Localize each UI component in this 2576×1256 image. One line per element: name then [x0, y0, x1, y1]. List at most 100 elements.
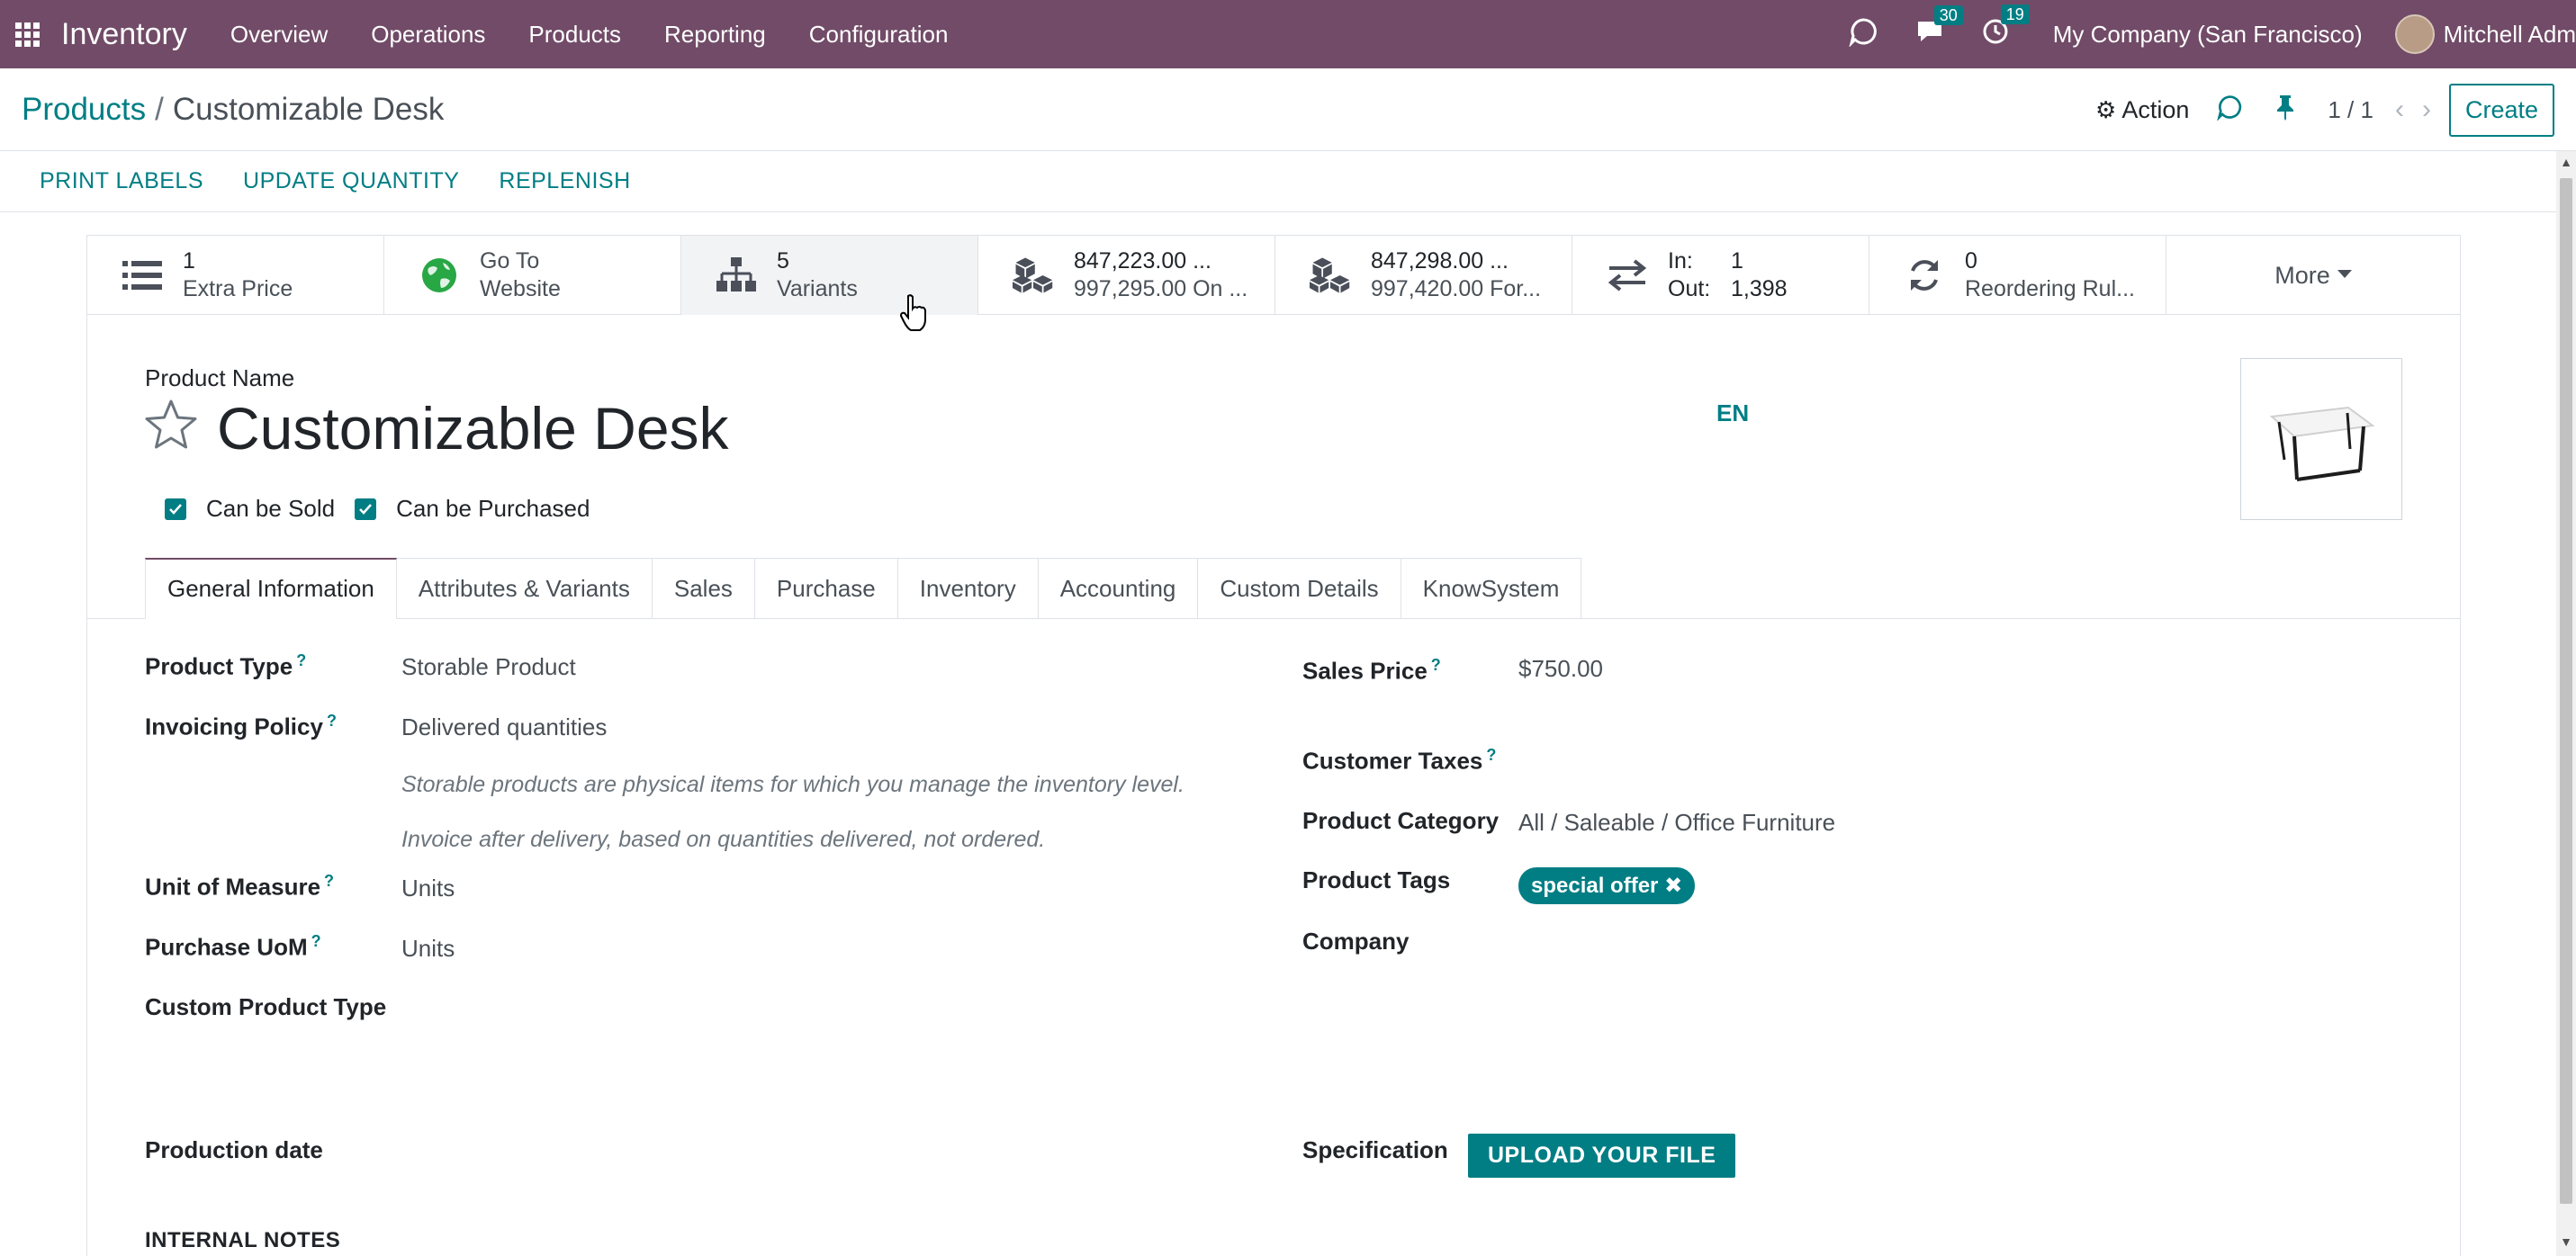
can-be-purchased-checkbox[interactable] [355, 498, 377, 520]
language-button[interactable]: EN [1716, 399, 1749, 427]
can-be-sold-checkbox[interactable] [165, 498, 186, 520]
custom-product-type-label: Custom Product Type [145, 993, 387, 1020]
help-tooltip-icon[interactable]: ? [311, 932, 321, 950]
tab-purchase[interactable]: Purchase [754, 558, 898, 619]
globe-icon [419, 255, 460, 296]
extra-price-button[interactable]: 1 Extra Price [87, 236, 384, 315]
product-image[interactable] [2240, 358, 2402, 520]
invoicing-policy-field[interactable]: Delivered quantities [401, 713, 607, 741]
user-avatar[interactable] [2394, 14, 2435, 54]
help-tooltip-icon[interactable]: ? [324, 872, 334, 890]
menu-reporting[interactable]: Reporting [643, 21, 788, 49]
in-value: 1 [1731, 248, 1743, 274]
more-dropdown[interactable]: More [2166, 236, 2460, 315]
smart-buttons: 1 Extra Price Go To Website 5 Variants 8… [87, 236, 2460, 315]
can-be-sold-label[interactable]: Can be Sold [206, 495, 335, 523]
control-panel: Products / Customizable Desk ⚙ Action 1 / … [0, 68, 2576, 151]
reordering-rules-button[interactable]: 0 Reordering Rul... [1869, 236, 2166, 315]
remove-tag-icon[interactable]: ✖ [1664, 874, 1682, 898]
reordering-label: Reordering Rul... [1965, 276, 2135, 301]
desk-image-icon [2269, 406, 2375, 481]
out-value: 1,398 [1731, 276, 1788, 301]
extra-price-label: Extra Price [183, 276, 293, 301]
favorite-star-icon[interactable] [143, 398, 199, 453]
tab-general-information[interactable]: General Information [145, 558, 397, 619]
breadcrumb-separator: / [155, 92, 164, 127]
create-button[interactable]: Create [2448, 83, 2554, 137]
more-label: More [2274, 261, 2330, 289]
discuss-icon[interactable] [1848, 16, 1878, 52]
pager-next-icon[interactable]: › [2422, 94, 2431, 125]
pager-value[interactable]: 1 / 1 [2328, 96, 2373, 124]
go-to-website-button[interactable]: Go To Website [384, 236, 681, 315]
print-labels-button[interactable]: PRINT LABELS [40, 168, 203, 194]
user-menu[interactable]: Mitchell Adm [2444, 21, 2576, 49]
production-date-label: Production date [145, 1136, 323, 1163]
breadcrumb-products-link[interactable]: Products [22, 92, 146, 127]
activities-icon[interactable]: 19 [1981, 4, 2030, 51]
purchase-uom-field[interactable]: Units [401, 935, 455, 963]
main-menu: Overview Operations Products Reporting C… [209, 21, 970, 49]
on-hand-line2: 997,295.00 On ... [1074, 276, 1248, 301]
scroll-up-icon[interactable]: ▲ [2556, 155, 2576, 173]
page-scrollbar[interactable]: ▲ ▼ [2556, 151, 2576, 1256]
update-quantity-button[interactable]: UPDATE QUANTITY [243, 168, 459, 194]
product-type-label: Product Type? [145, 651, 307, 680]
website-line1: Go To [480, 248, 540, 274]
internal-notes-heading: INTERNAL NOTES [145, 1228, 341, 1252]
company-label: Company [1302, 928, 1410, 955]
customer-taxes-label: Customer Taxes? [1302, 746, 1497, 775]
caret-down-icon [2337, 267, 2352, 283]
on-hand-button[interactable]: 847,223.00 ... 997,295.00 On ... [978, 236, 1275, 315]
breadcrumb-current: Customizable Desk [172, 92, 445, 127]
breadcrumb: Products / Customizable Desk [22, 92, 444, 128]
specification-label: Specification [1302, 1136, 1448, 1163]
uom-field[interactable]: Units [401, 875, 455, 902]
tab-knowsystem[interactable]: KnowSystem [1401, 558, 1582, 619]
product-type-field[interactable]: Storable Product [401, 653, 576, 681]
tab-custom-details[interactable]: Custom Details [1198, 558, 1401, 619]
pin-icon[interactable] [2274, 94, 2297, 127]
menu-overview[interactable]: Overview [209, 21, 349, 49]
help-tooltip-icon[interactable]: ? [296, 651, 306, 669]
invoicing-policy-label: Invoicing Policy? [145, 712, 337, 740]
in-out-button[interactable]: In: 1 Out: 1,398 [1572, 236, 1869, 315]
pager-previous-icon[interactable]: ‹ [2395, 94, 2404, 125]
tab-accounting[interactable]: Accounting [1038, 558, 1199, 619]
activities-badge: 19 [2000, 4, 2030, 24]
company-switcher[interactable]: My Company (San Francisco) [2053, 21, 2363, 49]
tab-inventory[interactable]: Inventory [897, 558, 1039, 619]
sales-price-field[interactable]: $750.00 [1518, 655, 1603, 683]
upload-file-button[interactable]: UPLOAD YOUR FILE [1468, 1134, 1736, 1178]
product-name-label: Product Name [145, 364, 295, 391]
variants-button[interactable]: 5 Variants [681, 236, 978, 315]
action-button[interactable]: ⚙ Action [2095, 96, 2189, 124]
tab-attributes-variants[interactable]: Attributes & Variants [396, 558, 653, 619]
discuss-toggle-icon[interactable] [2216, 94, 2243, 127]
app-name[interactable]: Inventory [61, 17, 187, 52]
forecast-line1: 847,298.00 ... [1371, 248, 1509, 274]
help-tooltip-icon[interactable]: ? [1431, 656, 1441, 674]
forecast-button[interactable]: 847,298.00 ... 997,420.00 For... [1275, 236, 1572, 315]
help-tooltip-icon[interactable]: ? [327, 712, 337, 730]
messages-icon[interactable]: 30 [1914, 5, 1963, 50]
can-be-purchased-label[interactable]: Can be Purchased [396, 495, 590, 523]
product-category-field[interactable]: All / Saleable / Office Furniture [1518, 809, 1835, 837]
reordering-value: 0 [1965, 248, 1977, 274]
replenish-button[interactable]: REPLENISH [499, 168, 630, 194]
menu-configuration[interactable]: Configuration [788, 21, 970, 49]
variants-label: Variants [777, 276, 858, 301]
scrollbar-thumb[interactable] [2560, 178, 2572, 1204]
product-name-input[interactable]: Customizable Desk [217, 394, 729, 462]
invoice-help-text: Invoice after delivery, based on quantit… [401, 827, 1046, 852]
tag-special-offer[interactable]: special offer ✖ [1518, 867, 1696, 904]
uom-label: Unit of Measure? [145, 872, 335, 901]
help-tooltip-icon[interactable]: ? [1486, 746, 1496, 764]
apps-menu-icon[interactable] [0, 0, 54, 68]
scroll-down-icon[interactable]: ▼ [2556, 1234, 2576, 1252]
tab-sales[interactable]: Sales [652, 558, 755, 619]
menu-operations[interactable]: Operations [349, 21, 507, 49]
menu-products[interactable]: Products [507, 21, 643, 49]
forecast-line2: 997,420.00 For... [1371, 276, 1542, 301]
form-statusbar: PRINT LABELS UPDATE QUANTITY REPLENISH [0, 151, 2556, 212]
